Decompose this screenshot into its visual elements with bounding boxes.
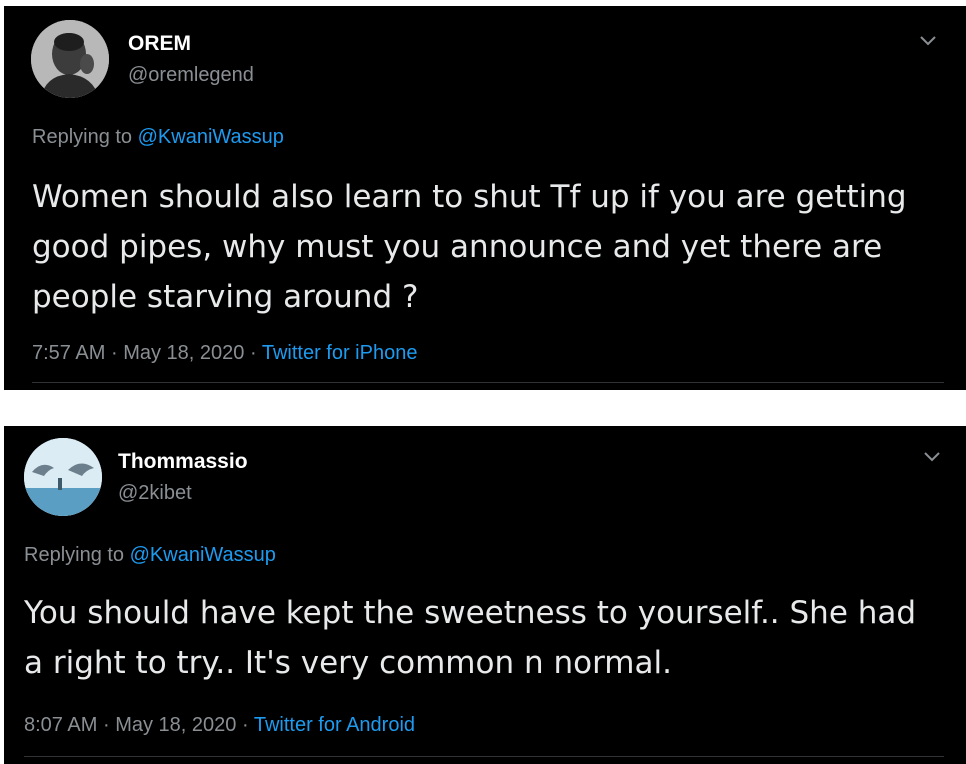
display-name[interactable]: Thommassio xyxy=(118,450,248,474)
tweet-date[interactable]: May 18, 2020 xyxy=(115,714,236,736)
avatar-photo-icon xyxy=(31,20,109,98)
replying-to-label: Replying to xyxy=(32,126,133,148)
meta-separator: · xyxy=(102,714,110,736)
meta-separator: · xyxy=(241,714,249,736)
meta-separator: · xyxy=(249,342,257,364)
divider xyxy=(32,382,944,383)
avatar[interactable] xyxy=(31,20,109,98)
replying-to-label: Replying to xyxy=(24,544,125,566)
chevron-down-icon[interactable] xyxy=(922,450,942,464)
mention-link[interactable]: @KwaniWassup xyxy=(138,126,284,148)
divider xyxy=(24,756,944,757)
tweet-meta: 8:07 AM · May 18, 2020 · Twitter for And… xyxy=(24,714,415,737)
tweet-source-link[interactable]: Twitter for Android xyxy=(254,714,415,736)
chevron-down-icon[interactable] xyxy=(918,34,938,48)
meta-separator: · xyxy=(110,342,118,364)
avatar-dolphins-icon xyxy=(24,438,102,516)
tweet-date[interactable]: May 18, 2020 xyxy=(123,342,244,364)
replying-to-line: Replying to @KwaniWassup xyxy=(32,126,284,149)
user-handle[interactable]: @2kibet xyxy=(118,482,192,505)
mention-link[interactable]: @KwaniWassup xyxy=(130,544,276,566)
user-handle[interactable]: @oremlegend xyxy=(128,64,254,87)
replying-to-line: Replying to @KwaniWassup xyxy=(24,544,276,567)
tweet-meta: 7:57 AM · May 18, 2020 · Twitter for iPh… xyxy=(32,342,417,365)
avatar[interactable] xyxy=(24,438,102,516)
tweet-time[interactable]: 8:07 AM xyxy=(24,714,97,736)
tweet-card: OREM @oremlegend Replying to @KwaniWassu… xyxy=(4,6,966,390)
display-name[interactable]: OREM xyxy=(128,32,191,56)
tweet-source-link[interactable]: Twitter for iPhone xyxy=(262,342,418,364)
tweet-time[interactable]: 7:57 AM xyxy=(32,342,105,364)
tweet-text: You should have kept the sweetness to yo… xyxy=(24,595,917,681)
tweet-card: Thommassio @2kibet Replying to @KwaniWas… xyxy=(4,426,966,764)
tweet-text: Women should also learn to shut Tf up if… xyxy=(32,179,907,315)
